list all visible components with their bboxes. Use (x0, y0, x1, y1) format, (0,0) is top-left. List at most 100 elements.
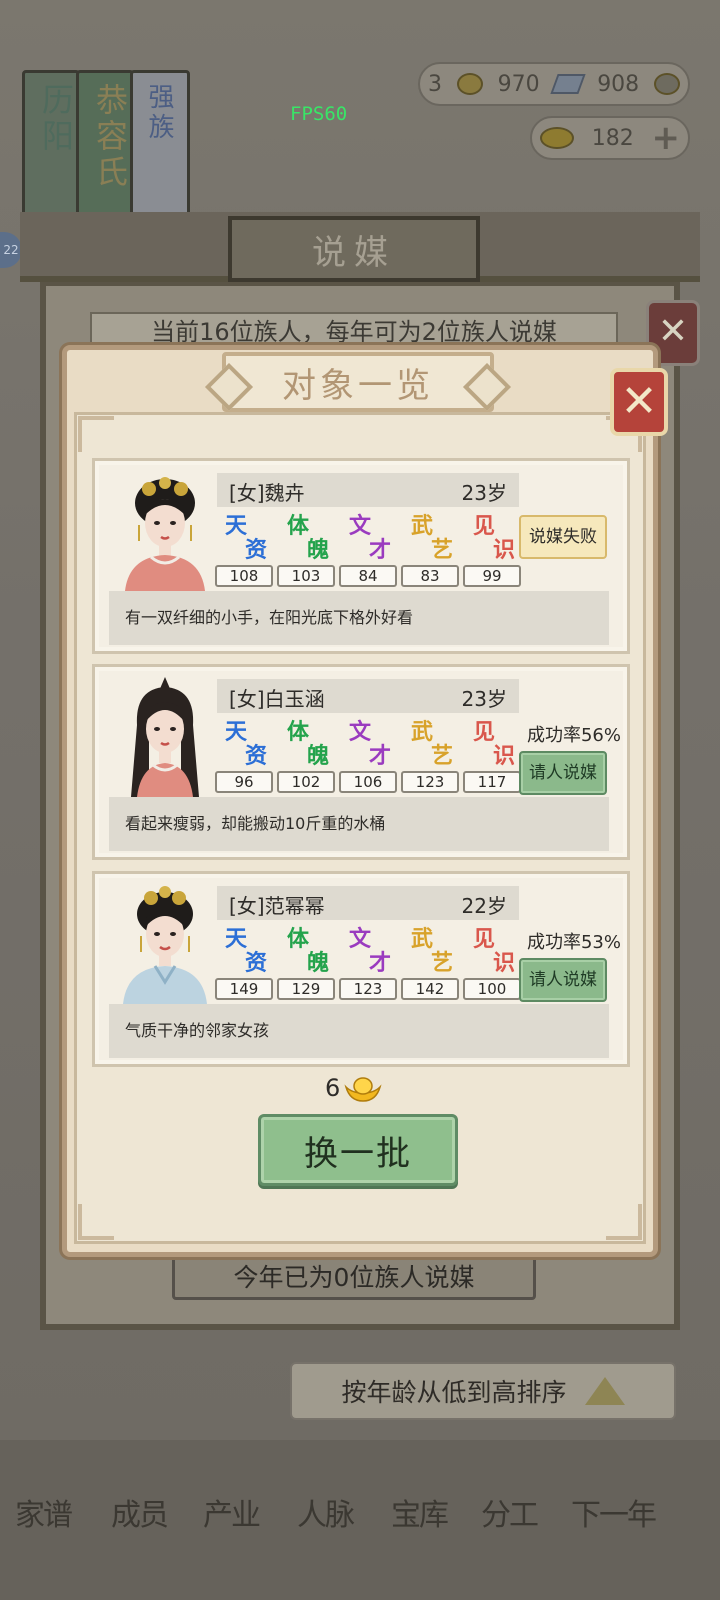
stat-value: 96 (215, 771, 273, 793)
silver-ingot-icon (550, 74, 587, 94)
gold-bar: 182 + (530, 116, 690, 160)
request-matchmaking-button[interactable]: 请人说媒 (519, 958, 607, 1002)
stat-glyph: 识 (493, 537, 516, 563)
success-rate: 成功率53% (526, 932, 621, 953)
stat-value: 108 (215, 565, 273, 587)
candidate-name-bar: [女]魏卉 23岁 (217, 473, 519, 507)
banner-text: 强族 (144, 83, 174, 143)
stat-value: 84 (339, 565, 397, 587)
stat-glyph: 见 (473, 926, 496, 952)
stat-glyph: 才 (369, 537, 392, 563)
dialog-title-plate: 对象一览 (222, 352, 494, 412)
candidate-card: [女]魏卉 23岁 天资 108 体魄 103 文才 84 武艺 83 见识 9… (92, 458, 630, 654)
close-button[interactable]: ✕ (610, 368, 668, 436)
stat-glyph: 武 (411, 513, 434, 539)
stat-value: 83 (401, 565, 459, 587)
stat-value: 100 (463, 978, 521, 1000)
candidate-portrait (125, 477, 205, 591)
stat-glyph: 文 (349, 926, 372, 952)
clan-banner-1: 历阳 (22, 70, 80, 220)
stat-glyph: 武 (411, 719, 434, 745)
success-rate: 成功率56% (526, 725, 621, 746)
candidate-age: 23岁 (461, 687, 507, 711)
refresh-batch-button[interactable]: 换一批 (258, 1114, 458, 1186)
stat-value: 102 (277, 771, 335, 793)
matchmaking-count-text: 今年已为0位族人说媒 (233, 1263, 475, 1292)
sort-by-age-button[interactable]: 按年龄从低到高排序 (290, 1362, 676, 1420)
matchmaking-failed-button[interactable]: 说媒失败 (519, 515, 607, 559)
matchmaking-count-box: 今年已为0位族人说媒 (172, 1252, 536, 1300)
stat-glyph: 资 (245, 950, 268, 976)
matchmaking-title-plate: 说媒 (228, 216, 480, 282)
matchmaking-title: 说媒 (312, 232, 396, 273)
stat-glyph: 资 (245, 537, 268, 563)
refresh-cost: 6 (325, 1073, 382, 1103)
gold-ingot-icon (344, 1077, 382, 1102)
candidate-description: 有一双纤细的小手，在阳光底下格外好看 (109, 591, 609, 645)
stat-glyph: 魄 (307, 743, 330, 769)
stat-glyph: 天 (225, 926, 248, 952)
stat-glyph: 文 (349, 719, 372, 745)
stat-glyph: 识 (493, 950, 516, 976)
frame-corner (78, 1204, 114, 1240)
nav-next-year[interactable]: 下一年 (558, 1490, 668, 1534)
refresh-batch-label: 换一批 (304, 1133, 412, 1174)
candidate-name-bar: [女]范幂幂 22岁 (217, 886, 519, 920)
stat-glyph: 识 (493, 743, 516, 769)
candidate-name: [女]白玉涵 (229, 687, 325, 711)
nav-assignments[interactable]: 分工 (474, 1490, 544, 1534)
stat-glyph: 才 (369, 743, 392, 769)
candidate-card: [女]范幂幂 22岁 天资 149 体魄 129 文才 123 武艺 142 见… (92, 871, 630, 1067)
stat-glyph: 文 (349, 513, 372, 539)
stat-glyph: 体 (287, 513, 310, 539)
stat-value: 103 (277, 565, 335, 587)
candidate-age: 22岁 (461, 894, 507, 918)
candidate-stats: 天资 149 体魄 129 文才 123 武艺 142 见识 100 (215, 926, 525, 1004)
fps-counter: FPS60 (290, 103, 348, 125)
stat-value: 142 (401, 978, 459, 1000)
stat-glyph: 艺 (431, 950, 454, 976)
candidate-portrait (123, 886, 207, 1004)
candidate-portrait (131, 677, 199, 797)
nav-members[interactable]: 成员 (104, 1490, 174, 1534)
frame-corner (606, 1204, 642, 1240)
candidate-card: [女]白玉涵 23岁 天资 96 体魄 102 文才 106 武艺 123 见识… (92, 664, 630, 860)
gem-icon (653, 73, 680, 95)
candidate-stats: 天资 108 体魄 103 文才 84 武艺 83 见识 99 (215, 513, 525, 591)
copper-value: 3 (428, 71, 442, 97)
copper-coin-icon (456, 73, 483, 95)
candidate-age: 23岁 (461, 481, 507, 505)
frame-corner (78, 416, 114, 452)
stat-glyph: 天 (225, 719, 248, 745)
clan-banner-3: 强族 (130, 70, 190, 220)
gem-value: 908 (597, 71, 640, 97)
stat-glyph: 武 (411, 926, 434, 952)
stat-glyph: 体 (287, 926, 310, 952)
stat-value: 117 (463, 771, 521, 793)
nav-family-tree[interactable]: 家谱 (8, 1490, 78, 1534)
request-matchmaking-button[interactable]: 请人说媒 (519, 751, 607, 795)
candidate-description: 看起来瘦弱，却能搬动10斤重的水桶 (109, 797, 609, 851)
stat-glyph: 见 (473, 513, 496, 539)
silver-value: 970 (497, 71, 540, 97)
stat-value: 129 (277, 978, 335, 1000)
stat-glyph: 魄 (307, 537, 330, 563)
add-gold-icon[interactable]: + (652, 118, 681, 158)
nav-connections[interactable]: 人脉 (290, 1490, 360, 1534)
stat-glyph: 魄 (307, 950, 330, 976)
resource-bar: 3 970 908 (418, 62, 690, 106)
candidate-name: [女]魏卉 (229, 481, 305, 505)
stat-glyph: 资 (245, 743, 268, 769)
nav-industry[interactable]: 产业 (196, 1490, 266, 1534)
stat-glyph: 才 (369, 950, 392, 976)
stat-value: 123 (339, 978, 397, 1000)
stat-glyph: 体 (287, 719, 310, 745)
stat-glyph: 天 (225, 513, 248, 539)
gold-ingot-icon (540, 127, 574, 149)
clan-banner-2: 恭容氏 (76, 70, 134, 220)
nav-treasury[interactable]: 宝库 (384, 1490, 454, 1534)
stat-glyph: 见 (473, 719, 496, 745)
candidate-name: [女]范幂幂 (229, 894, 325, 918)
stat-glyph: 艺 (431, 537, 454, 563)
close-icon: ✕ (620, 376, 658, 427)
